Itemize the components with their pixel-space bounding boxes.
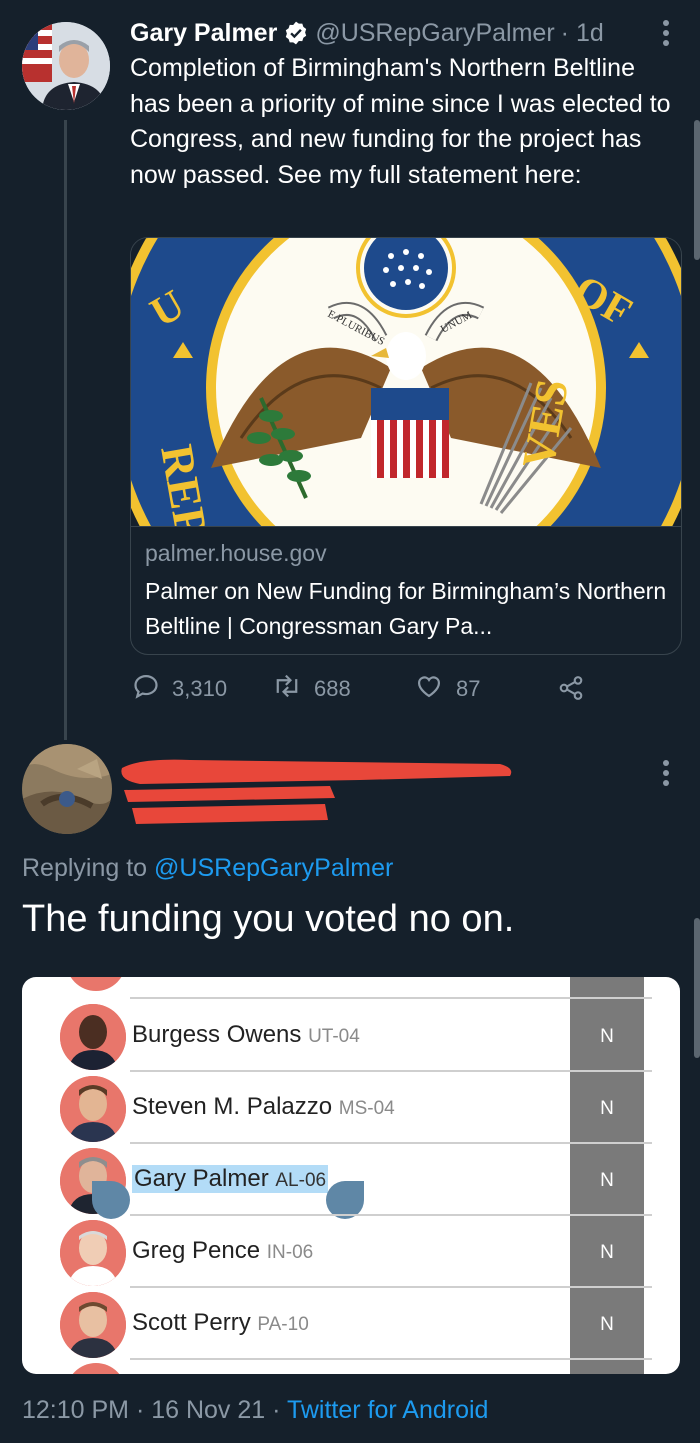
rep-name: Scott Perry bbox=[132, 1309, 251, 1336]
redacted-username bbox=[110, 750, 520, 830]
retweet-count: 688 bbox=[314, 676, 351, 701]
like-button[interactable]: 87 bbox=[414, 672, 480, 706]
row-separator bbox=[130, 1142, 652, 1144]
rep-avatar bbox=[60, 1004, 126, 1070]
reply-count: 3,310 bbox=[172, 676, 228, 701]
vote-cell: N bbox=[570, 1001, 644, 1073]
partial-top-avatar bbox=[66, 977, 126, 991]
rep-avatar bbox=[60, 1076, 126, 1142]
reply-author-avatar[interactable] bbox=[22, 744, 112, 834]
house-seal-image: U OF REP VES E PLURIBUS UNUM bbox=[131, 238, 681, 526]
attached-vote-image[interactable]: Burgess Owens UT-04 N Steven M. Palazzo … bbox=[22, 977, 680, 1374]
vote-row: Burgess Owens UT-04 N bbox=[22, 1001, 680, 1073]
timestamp-text: 12:10 PM · 16 Nov 21 · bbox=[22, 1396, 287, 1424]
rep-district: PA-10 bbox=[257, 1314, 309, 1335]
rep-district: AL-06 bbox=[275, 1170, 327, 1191]
row-separator bbox=[130, 997, 652, 999]
scrollbar[interactable] bbox=[694, 918, 700, 1058]
vote-row: Greg Pence IN-06 N bbox=[22, 1217, 680, 1289]
reply-icon bbox=[132, 672, 172, 706]
tweet-header: Gary Palmer @USRepGaryPalmer · 1d bbox=[130, 16, 604, 50]
vote-cell: N bbox=[570, 1289, 644, 1361]
card-image: U OF REP VES E PLURIBUS UNUM bbox=[131, 238, 681, 526]
rep-district: IN-06 bbox=[266, 1242, 314, 1263]
rep-avatar bbox=[60, 1220, 126, 1286]
retweet-button[interactable]: 688 bbox=[272, 672, 351, 706]
row-separator bbox=[130, 1214, 652, 1216]
avatar-photo bbox=[22, 22, 110, 110]
source-link[interactable]: Twitter for Android bbox=[287, 1396, 488, 1424]
tweet-author-avatar[interactable] bbox=[22, 22, 110, 110]
card-title: Palmer on New Funding for Birmingham’s N… bbox=[145, 578, 667, 639]
rep-district: UT-04 bbox=[308, 1026, 360, 1047]
avatar-photo bbox=[22, 744, 112, 834]
selected-text-highlight[interactable]: Gary Palmer AL-06 bbox=[132, 1165, 329, 1193]
reply-more-options-icon[interactable] bbox=[660, 758, 672, 788]
row-separator bbox=[130, 1358, 652, 1360]
tweet-timestamp: 12:10 PM · 16 Nov 21 · Twitter for Andro… bbox=[22, 1396, 488, 1425]
tweet-age: · 1d bbox=[560, 18, 604, 47]
partial-bottom-avatar bbox=[66, 1363, 126, 1374]
rep-name: Greg Pence bbox=[132, 1237, 261, 1264]
like-count: 87 bbox=[456, 676, 481, 701]
reply-button[interactable]: 3,310 bbox=[132, 672, 227, 706]
like-icon bbox=[414, 672, 456, 706]
author-handle[interactable]: @USRepGaryPalmer bbox=[315, 19, 554, 48]
retweet-icon bbox=[272, 672, 314, 706]
reply-body-text: The funding you voted no on. bbox=[22, 898, 515, 940]
card-domain: palmer.house.gov bbox=[145, 540, 327, 566]
share-button[interactable] bbox=[556, 674, 598, 708]
selection-handle-left[interactable] bbox=[92, 1181, 130, 1219]
link-preview-card[interactable]: U OF REP VES E PLURIBUS UNUM palmer.hous… bbox=[130, 237, 682, 655]
scrollbar[interactable] bbox=[694, 120, 700, 260]
vote-row: Scott Perry PA-10 N bbox=[22, 1289, 680, 1361]
verified-badge-icon bbox=[283, 20, 309, 46]
vote-cell: N bbox=[570, 1217, 644, 1289]
tweet-body-text: Completion of Birmingham's Northern Belt… bbox=[130, 54, 671, 189]
vote-cell: N bbox=[570, 1073, 644, 1145]
more-options-icon[interactable] bbox=[660, 18, 672, 48]
tweet-actions: 3,310 688 87 bbox=[132, 672, 602, 706]
thread-connector-line bbox=[64, 120, 67, 740]
author-name[interactable]: Gary Palmer bbox=[130, 19, 277, 48]
rep-name: Gary Palmer bbox=[134, 1165, 269, 1192]
rep-district: MS-04 bbox=[338, 1098, 395, 1119]
replying-to-handle[interactable]: @USRepGaryPalmer bbox=[154, 854, 393, 882]
replying-to-line: Replying to @USRepGaryPalmer bbox=[22, 854, 393, 883]
share-icon bbox=[556, 674, 598, 708]
vote-row: Steven M. Palazzo MS-04 N bbox=[22, 1073, 680, 1145]
row-separator bbox=[130, 1070, 652, 1072]
row-separator bbox=[130, 1286, 652, 1288]
card-divider bbox=[131, 526, 681, 527]
rep-name: Burgess Owens bbox=[132, 1021, 302, 1048]
rep-name: Steven M. Palazzo bbox=[132, 1093, 333, 1120]
rep-avatar bbox=[60, 1292, 126, 1358]
vote-cell: N bbox=[570, 1145, 644, 1217]
replying-to-label: Replying to bbox=[22, 854, 148, 882]
